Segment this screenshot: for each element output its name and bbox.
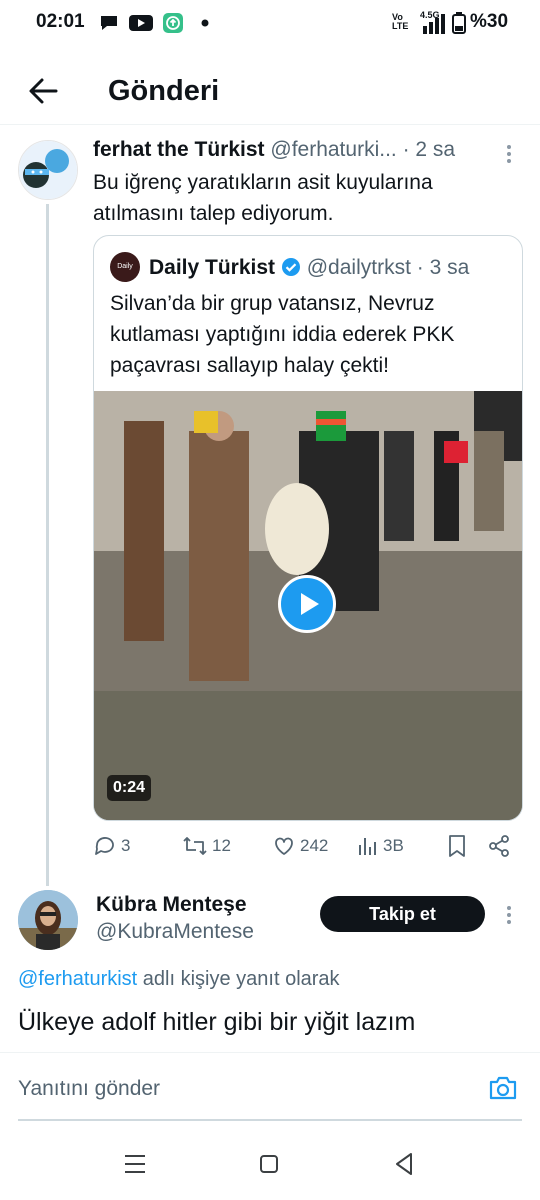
replying-to: @ferhaturkist adlı kişiye yanıt olarak [18, 968, 340, 991]
more-icon[interactable] [507, 142, 513, 166]
battery-level: %30 [470, 11, 509, 32]
follow-button[interactable]: Takip et [320, 896, 485, 932]
status-bar: 02:01 Vo LTE 4.5G %30 [0, 0, 540, 46]
author-name[interactable]: ferhat the Türkist [93, 138, 265, 161]
views-icon [359, 838, 376, 855]
quote-text: Silvan’da bir grup vatansız, Nevruz kutl… [110, 288, 510, 381]
status-time: 02:01 [36, 11, 85, 32]
volte-label: Vo LTE [392, 12, 409, 31]
app-notification-icon [163, 13, 183, 33]
post-text: Bu iğrenç yaratıkların asit kuyularına a… [93, 167, 513, 229]
author-handle[interactable]: @ferhaturki... [270, 138, 396, 161]
quote-text-line: paçavrası sallayıp halay çekti! [110, 354, 389, 377]
like-action[interactable]: 242 [272, 832, 328, 860]
page-title: Gönderi [108, 75, 220, 107]
post-time: 2 sa [415, 138, 456, 161]
post-text-line: Bu iğrenç yaratıkların asit kuyularına [93, 171, 433, 194]
like-count: 242 [300, 836, 329, 855]
quote-time: 3 sa [429, 256, 470, 279]
battery-icon [452, 12, 466, 34]
quote-header: Daily Türkist @dailytrkst · 3 sa [149, 256, 469, 280]
mention-link[interactable]: @ferhaturkist [18, 968, 137, 990]
avatar[interactable] [18, 140, 78, 200]
reply-avatar[interactable] [18, 890, 78, 950]
back-nav-icon[interactable] [394, 1152, 414, 1176]
reply-icon [95, 837, 114, 855]
reply-avatar-image [18, 890, 78, 950]
quote-author-name: Daily Türkist [149, 256, 276, 279]
more-notifications-icon [201, 19, 209, 27]
reply-action[interactable]: 3 [93, 832, 130, 860]
quote-avatar: Daily Türkist [110, 252, 140, 300]
reply-count: 3 [121, 836, 131, 855]
more-icon[interactable] [507, 903, 513, 927]
reply-text: Ülkeye adolf hitler gibi bir yiğit lazım [18, 1008, 416, 1036]
reply-author-name[interactable]: Kübra Menteşe [96, 893, 247, 917]
system-nav-bar [0, 1130, 540, 1200]
quoted-post[interactable]: Daily Türkist Daily Türkist @dailytrkst … [93, 235, 523, 821]
post-header: ferhat the Türkist @ferhaturki... · 2 sa [93, 138, 455, 162]
post-text-line: atılmasını talep ediyorum. [93, 202, 334, 225]
play-icon [301, 593, 319, 615]
youtube-notification-icon [129, 15, 153, 31]
bookmark-action[interactable] [446, 832, 468, 860]
reply-author-handle[interactable]: @KubraMentese [96, 920, 254, 944]
repost-count: 12 [212, 836, 231, 855]
top-app-bar: Gönderi [0, 58, 540, 125]
video-duration: 0:24 [107, 775, 152, 801]
reply-composer: Yanıtını gönder [0, 1052, 540, 1121]
avatar-image [19, 141, 77, 199]
quote-author-handle: @dailytrkst [306, 256, 411, 279]
signal-icon [423, 14, 445, 34]
repost-action[interactable]: 12 [182, 832, 231, 860]
reply-input[interactable]: Yanıtını gönder [18, 1077, 160, 1101]
thread-line [46, 204, 49, 886]
separator: · [402, 138, 410, 161]
verified-icon [281, 258, 300, 276]
like-icon [275, 837, 293, 855]
repost-icon [183, 837, 207, 855]
share-icon [489, 835, 509, 857]
camera-icon[interactable] [488, 1075, 518, 1101]
play-button[interactable] [278, 575, 336, 633]
composer-underline [18, 1119, 522, 1121]
replying-suffix: adlı kişiye yanıt olarak [142, 968, 340, 990]
video-thumbnail[interactable]: 0:24 [94, 391, 522, 820]
bookmark-icon [449, 835, 465, 857]
share-action[interactable] [487, 832, 511, 860]
quote-text-line: kutlaması yaptığını iddia ederek PKK [110, 323, 455, 346]
views-count: 3B [383, 836, 404, 855]
quote-text-line: Silvan’da bir grup vatansız, Nevruz [110, 292, 435, 315]
back-arrow-icon[interactable] [26, 74, 60, 108]
menu-nav-icon[interactable] [124, 1154, 146, 1174]
home-nav-icon[interactable] [259, 1154, 279, 1174]
separator: · [416, 256, 424, 279]
chat-notification-icon [101, 16, 117, 30]
views-action[interactable]: 3B [357, 832, 404, 860]
